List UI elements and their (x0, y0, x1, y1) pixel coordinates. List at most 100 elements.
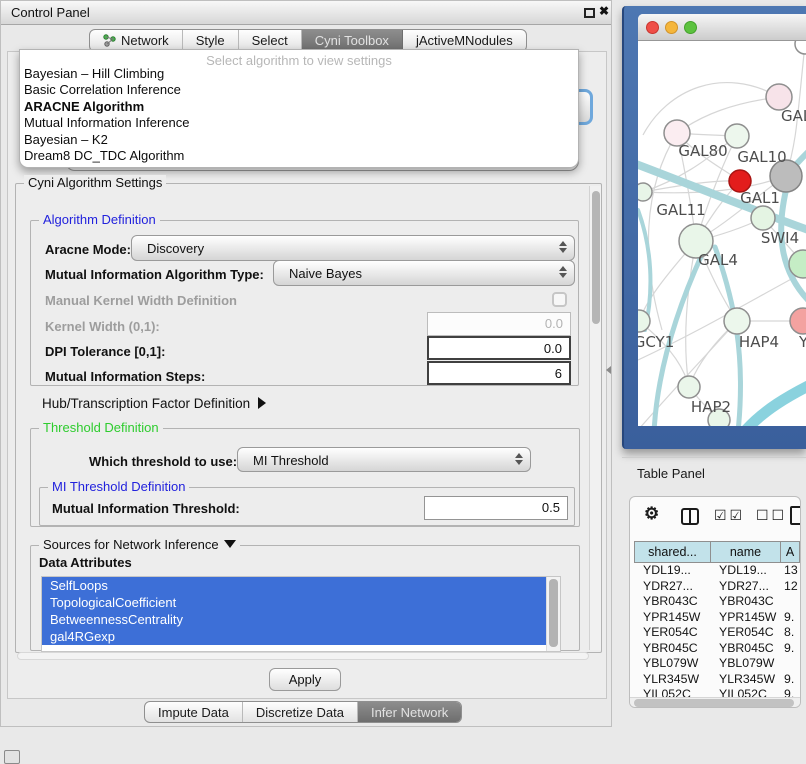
table-row[interactable]: YBR043CYBR043C (634, 594, 800, 610)
algorithm-option[interactable]: Mutual Information Inference (20, 115, 578, 131)
settings-scrollbar[interactable] (589, 186, 601, 650)
network-node-label: SWI4 (761, 229, 799, 247)
split-pane-grip[interactable] (606, 366, 611, 374)
list-item[interactable]: SelfLoops (42, 577, 546, 594)
algorithm-definition-title: Algorithm Definition (39, 212, 160, 227)
table-body: YDL19...YDL19...13YDR27...YDR27...12YBR0… (634, 563, 800, 697)
table-cell: YBR043C (711, 594, 781, 610)
network-node-label: Y (798, 333, 806, 351)
kernel-width-input[interactable]: 0.0 (427, 312, 571, 336)
apply-button[interactable]: Apply (269, 668, 341, 691)
expanded-arrow-icon (224, 540, 236, 548)
manual-kernel-checkbox[interactable] (552, 292, 567, 307)
zoom-traffic-light[interactable] (684, 21, 697, 34)
combo-arrows-icon (515, 453, 523, 465)
algorithm-option[interactable]: Dream8 DC_TDC Algorithm (20, 148, 578, 164)
aracne-mode-select[interactable]: Discovery (131, 235, 575, 261)
network-window-titlebar[interactable] (638, 14, 806, 41)
table-row[interactable]: YLR345WYLR345W9. (634, 672, 800, 688)
combo-arrows-icon (559, 241, 567, 253)
table-cell: 13 (781, 563, 800, 579)
algorithm-option[interactable]: Basic Correlation Inference (20, 82, 578, 98)
network-node[interactable] (751, 206, 775, 230)
algorithm-option-selected[interactable]: ARACNE Algorithm (20, 99, 578, 115)
table-row[interactable]: YDL19...YDL19...13 (634, 563, 800, 579)
table-row[interactable]: YIL052CYIL052C9. (634, 687, 800, 697)
sources-group: Sources for Network Inference Data Attri… (30, 545, 580, 651)
tab-cyni-toolbox[interactable]: Cyni Toolbox (302, 30, 403, 51)
column-header-shared-name[interactable]: shared... (634, 541, 711, 563)
table-cell: YDL19... (711, 563, 781, 579)
table-cell: YDL19... (634, 563, 711, 579)
float-window-icon[interactable] (584, 8, 595, 18)
network-node[interactable] (725, 124, 749, 148)
table-cell: YDR27... (711, 579, 781, 595)
settings-hscrollbar[interactable] (17, 652, 589, 660)
sources-title[interactable]: Sources for Network Inference (39, 537, 240, 552)
algorithm-option[interactable]: Bayesian – K2 (20, 132, 578, 148)
network-canvas[interactable]: GALGAL80GAL10GAL1GAL11GAL4SWI4GCY1HAP4YH… (638, 41, 806, 426)
table-cell (781, 656, 800, 672)
table-row[interactable]: YPR145WYPR145W9. (634, 610, 800, 626)
network-view-window: GALGAL80GAL10GAL1GAL11GAL4SWI4GCY1HAP4YH… (638, 14, 806, 426)
threshold-definition-group: Threshold Definition Which threshold to … (30, 428, 580, 527)
network-node[interactable] (638, 183, 652, 201)
list-item[interactable]: TopologicalCoefficient (42, 594, 546, 611)
network-node-label: GAL4 (698, 251, 738, 269)
columns-icon[interactable] (681, 508, 699, 525)
table-row[interactable]: YBR045CYBR045C9. (634, 641, 800, 657)
table-row[interactable]: YER054CYER054C8. (634, 625, 800, 641)
table-row[interactable]: YDR27...YDR27...12 (634, 579, 800, 595)
network-graph[interactable]: GALGAL80GAL10GAL1GAL11GAL4SWI4GCY1HAP4YH… (638, 41, 806, 426)
dpi-tolerance-input[interactable]: 0.0 (427, 336, 571, 360)
network-node[interactable] (790, 308, 806, 334)
dpi-tolerance-label: DPI Tolerance [0,1]: (45, 344, 165, 359)
gear-icon[interactable]: ⚙ (644, 504, 659, 524)
table-cell: YLR345W (634, 672, 711, 688)
table-cell: YBR045C (634, 641, 711, 657)
settings-group-title: Cyni Algorithm Settings (24, 175, 166, 190)
deselect-all-checkboxes-icon[interactable]: ☐☐ (756, 507, 787, 524)
close-traffic-light[interactable] (646, 21, 659, 34)
table-cell: 9. (781, 687, 800, 697)
network-node[interactable] (795, 41, 806, 54)
network-node[interactable] (724, 308, 750, 334)
tab-impute-data[interactable]: Impute Data (145, 702, 243, 722)
mi-steps-label: Mutual Information Steps: (45, 369, 205, 384)
data-attributes-label: Data Attributes (39, 555, 132, 570)
export-table-icon[interactable] (790, 506, 801, 525)
select-all-checkboxes-icon[interactable]: ☑☑ (714, 507, 745, 524)
tab-select[interactable]: Select (239, 30, 302, 51)
table-cell: YDR27... (634, 579, 711, 595)
list-scrollbar[interactable] (546, 577, 560, 651)
settings-scrollbar-thumb[interactable] (592, 191, 600, 324)
algorithm-option[interactable]: Bayesian – Hill Climbing (20, 66, 578, 82)
tab-jactivemnodules[interactable]: jActiveMNodules (403, 30, 526, 51)
list-item[interactable]: BetweennessCentrality (42, 611, 546, 628)
tab-discretize-data[interactable]: Discretize Data (243, 702, 358, 722)
manual-kernel-label: Manual Kernel Width Definition (45, 293, 237, 308)
hub-definition-toggle[interactable]: Hub/Transcription Factor Definition (42, 396, 266, 411)
cyni-bottom-tabbar: Impute Data Discretize Data Infer Networ… (144, 701, 462, 723)
network-node[interactable] (678, 376, 700, 398)
network-node-label: GAL11 (656, 201, 705, 219)
mi-steps-input[interactable]: 6 (427, 361, 571, 385)
which-threshold-select[interactable]: MI Threshold (237, 447, 531, 472)
list-item[interactable]: gal4RGexp (42, 628, 546, 645)
column-header-clipped[interactable]: A (781, 541, 800, 563)
table-hscrollbar-thumb[interactable] (634, 699, 794, 707)
mi-threshold-input[interactable]: 0.5 (424, 496, 568, 520)
column-header-name[interactable]: name (711, 541, 781, 563)
minimize-traffic-light[interactable] (665, 21, 678, 34)
mi-type-select[interactable]: Naive Bayes (273, 260, 575, 286)
tab-network[interactable]: Network (90, 30, 183, 51)
network-node-label: GAL10 (737, 148, 786, 166)
tab-infer-network[interactable]: Infer Network (358, 702, 461, 722)
network-node-label: GCY1 (638, 333, 674, 351)
collapsed-arrow-icon (258, 397, 266, 409)
table-row[interactable]: YBL079WYBL079W (634, 656, 800, 672)
table-hscrollbar[interactable] (630, 697, 800, 708)
close-icon[interactable]: ✖ (599, 4, 609, 18)
tab-style[interactable]: Style (183, 30, 239, 51)
list-scrollbar-thumb[interactable] (549, 579, 558, 647)
